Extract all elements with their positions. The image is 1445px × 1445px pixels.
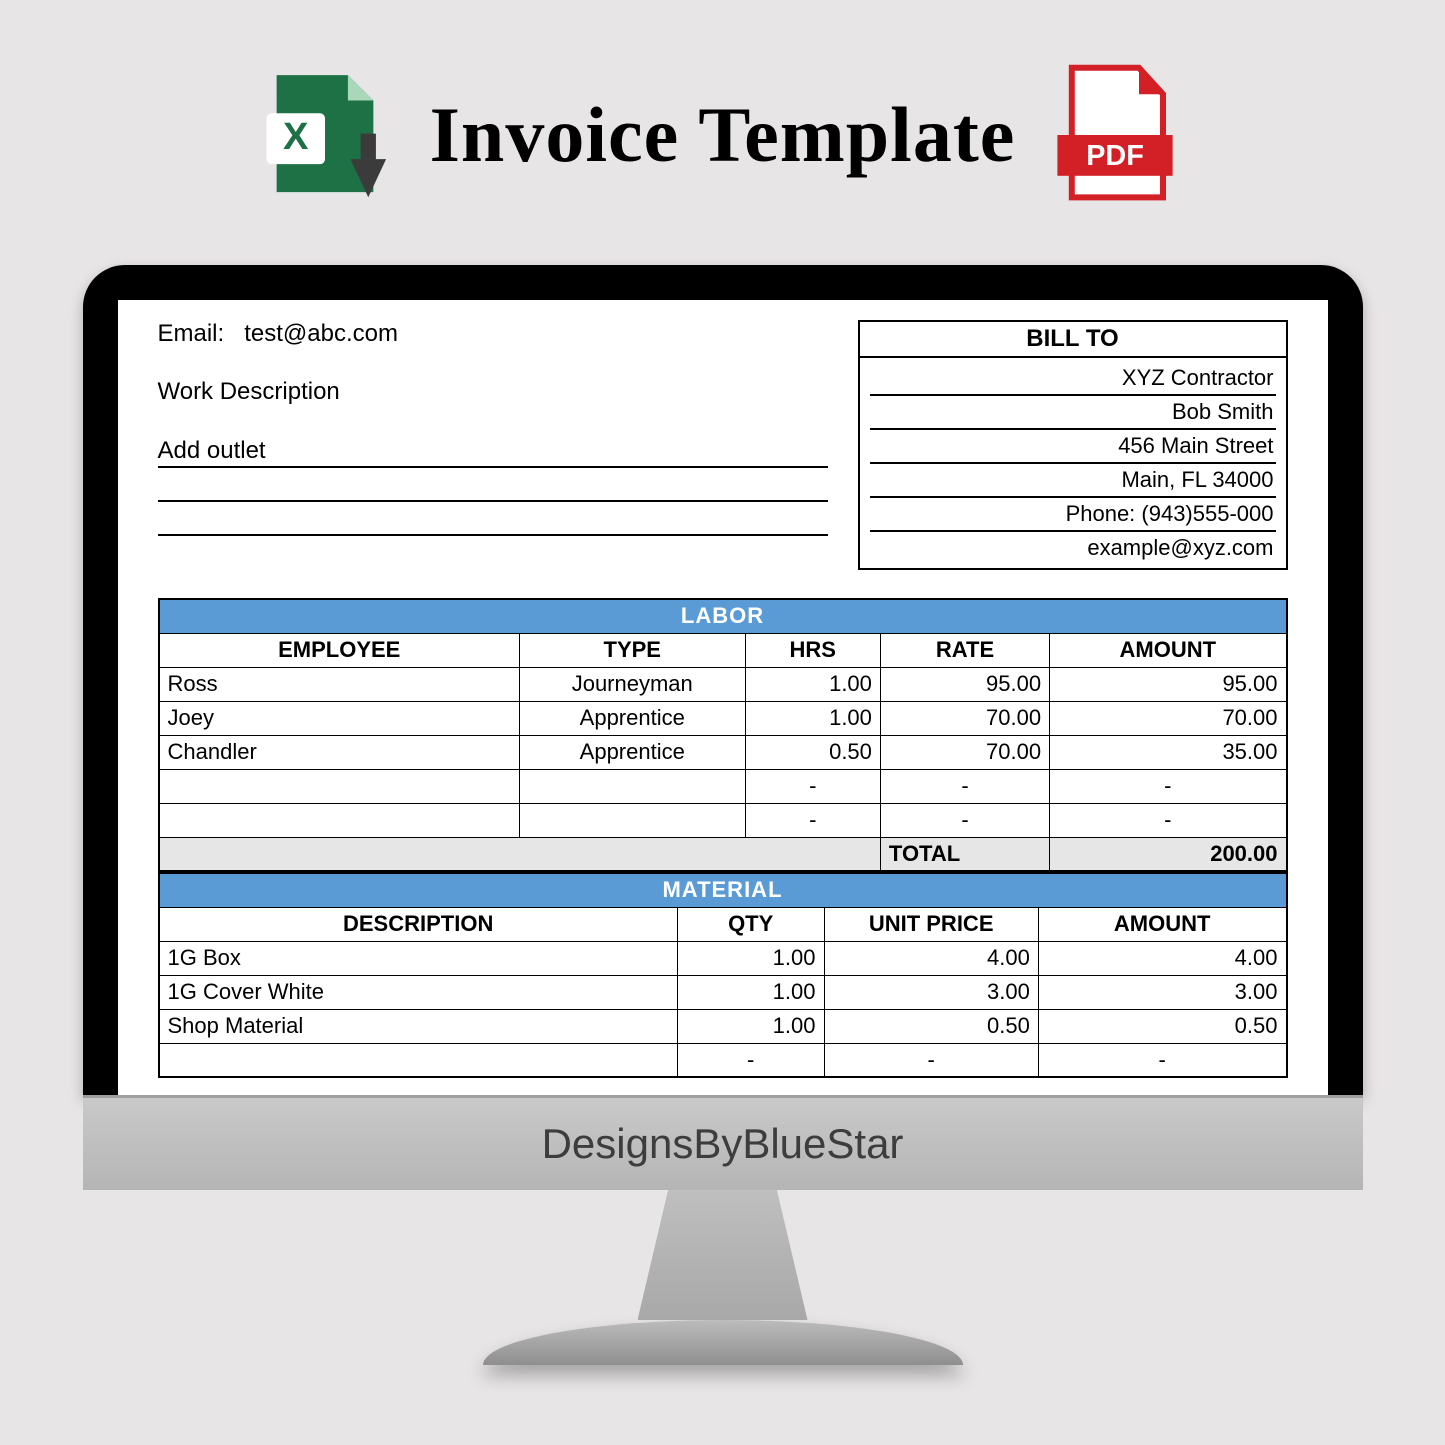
svg-text:PDF: PDF [1087,140,1145,172]
material-banner: MATERIAL [159,873,1287,907]
monitor-chin: DesignsByBlueStar [83,1095,1363,1190]
labor-total-label: TOTAL [880,837,1049,871]
work-description-lines: Add outlet [158,434,828,536]
labor-row: - - - [159,803,1287,837]
labor-row: Ross Journeyman 1.00 95.00 95.00 [159,667,1287,701]
monitor-stand-base [483,1320,963,1365]
bill-to-line: Bob Smith [870,396,1276,430]
material-col-amount: AMOUNT [1038,907,1286,941]
material-col-unit: UNIT PRICE [824,907,1038,941]
work-description-line [158,502,828,536]
work-description-line: Add outlet [158,434,828,468]
bill-to-line: example@xyz.com [870,532,1276,564]
bill-to-line: XYZ Contractor [870,362,1276,396]
monitor-stand-neck [638,1190,808,1320]
email-value: test@abc.com [244,320,398,347]
labor-row: Chandler Apprentice 0.50 70.00 35.00 [159,735,1287,769]
bill-to-line: Phone: (943)555-000 [870,498,1276,532]
material-row: - - - [159,1043,1287,1077]
labor-total-value: 200.00 [1050,837,1287,871]
material-col-qty: QTY [677,907,824,941]
monitor-bezel: Email: test@abc.com Work Description Add… [83,265,1363,1095]
labor-row: - - - [159,769,1287,803]
bill-to-line: Main, FL 34000 [870,464,1276,498]
labor-col-hrs: HRS [745,633,880,667]
labor-table: LABOR EMPLOYEE TYPE HRS RATE AMOUNT Ross… [158,598,1288,872]
material-row: Shop Material 1.00 0.50 0.50 [159,1009,1287,1043]
pdf-icon: PDF [1055,60,1185,210]
svg-text:X: X [283,115,309,158]
labor-row: Joey Apprentice 1.00 70.00 70.00 [159,701,1287,735]
work-description-label: Work Description [158,378,828,406]
labor-col-rate: RATE [880,633,1049,667]
labor-banner: LABOR [159,599,1287,633]
bill-to-header: BILL TO [860,322,1286,358]
invoice-left-info: Email: test@abc.com Work Description Add… [158,320,858,570]
labor-total-row: TOTAL 200.00 [159,837,1287,871]
material-row: 1G Box 1.00 4.00 4.00 [159,941,1287,975]
material-table: MATERIAL DESCRIPTION QTY UNIT PRICE AMOU… [158,872,1288,1078]
labor-col-employee: EMPLOYEE [159,633,520,667]
material-row: 1G Cover White 1.00 3.00 3.00 [159,975,1287,1009]
bill-to-line: 456 Main Street [870,430,1276,464]
excel-icon: X [260,70,390,200]
bill-to-box: BILL TO XYZ Contractor Bob Smith 456 Mai… [858,320,1288,570]
labor-col-type: TYPE [519,633,745,667]
monitor-mockup: Email: test@abc.com Work Description Add… [0,265,1445,1365]
monitor-screen: Email: test@abc.com Work Description Add… [118,300,1328,1095]
email-label: Email: [158,320,225,347]
brand-label: DesignsByBlueStar [542,1120,904,1168]
labor-col-amount: AMOUNT [1050,633,1287,667]
page-header: X Invoice Template PDF [0,0,1445,240]
material-col-desc: DESCRIPTION [159,907,678,941]
page-title: Invoice Template [430,90,1016,180]
work-description-line [158,468,828,502]
